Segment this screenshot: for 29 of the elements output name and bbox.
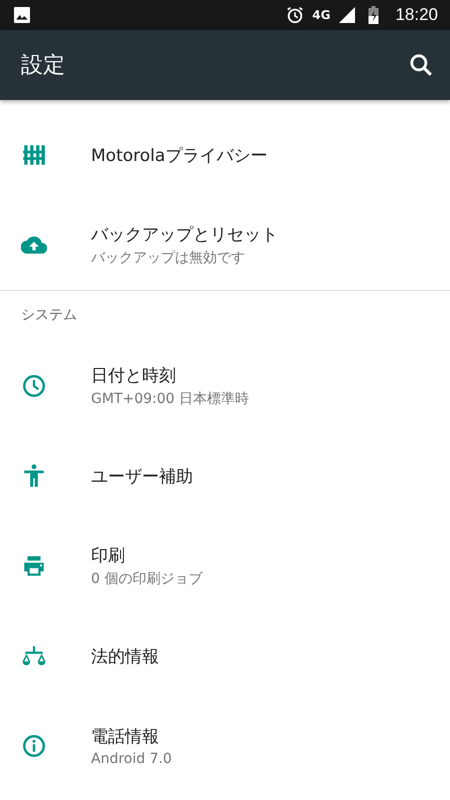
item-title: 印刷 bbox=[91, 545, 126, 567]
item-title: 法的情報 bbox=[91, 646, 159, 668]
image-icon bbox=[14, 7, 30, 23]
info-icon bbox=[21, 733, 47, 759]
item-title: バックアップとリセット bbox=[91, 224, 278, 246]
item-title: Motorolaプライバシー bbox=[91, 144, 268, 166]
settings-item[interactable]: 印刷 0 個の印刷ジョブ bbox=[0, 521, 450, 611]
item-summary: GMT+09:00 日本標準時 bbox=[91, 390, 250, 408]
alarm-icon bbox=[286, 6, 304, 24]
item-title: 電話情報 bbox=[91, 726, 160, 748]
section-header: システム bbox=[20, 306, 78, 325]
item-summary: 0 個の印刷ジョブ bbox=[91, 570, 202, 588]
item-summary: Android 7.0 bbox=[91, 751, 172, 767]
settings-item[interactable]: 日付と時刻 GMT+09:00 日本標準時 bbox=[0, 341, 450, 431]
item-summary: バックアップは無効です bbox=[91, 249, 246, 267]
battery-icon bbox=[368, 6, 380, 24]
clock-icon bbox=[21, 373, 47, 399]
search-icon[interactable] bbox=[408, 52, 434, 78]
clock-time: 18:20 bbox=[395, 5, 438, 25]
item-title: ユーザー補助 bbox=[91, 466, 193, 488]
settings-item[interactable]: 法的情報 bbox=[0, 611, 450, 701]
settings-item[interactable]: ユーザー補助 bbox=[0, 431, 450, 521]
item-title: 日付と時刻 bbox=[91, 365, 177, 387]
signal-icon bbox=[338, 6, 356, 24]
settings-item[interactable]: バックアップとリセット バックアップは無効です bbox=[0, 200, 450, 290]
settings-item[interactable]: Motorolaプライバシー bbox=[0, 110, 450, 200]
screen-title: 設定 bbox=[21, 52, 65, 80]
settings-item[interactable]: 電話情報 Android 7.0 bbox=[0, 701, 450, 791]
network-type: 4G bbox=[312, 8, 330, 22]
